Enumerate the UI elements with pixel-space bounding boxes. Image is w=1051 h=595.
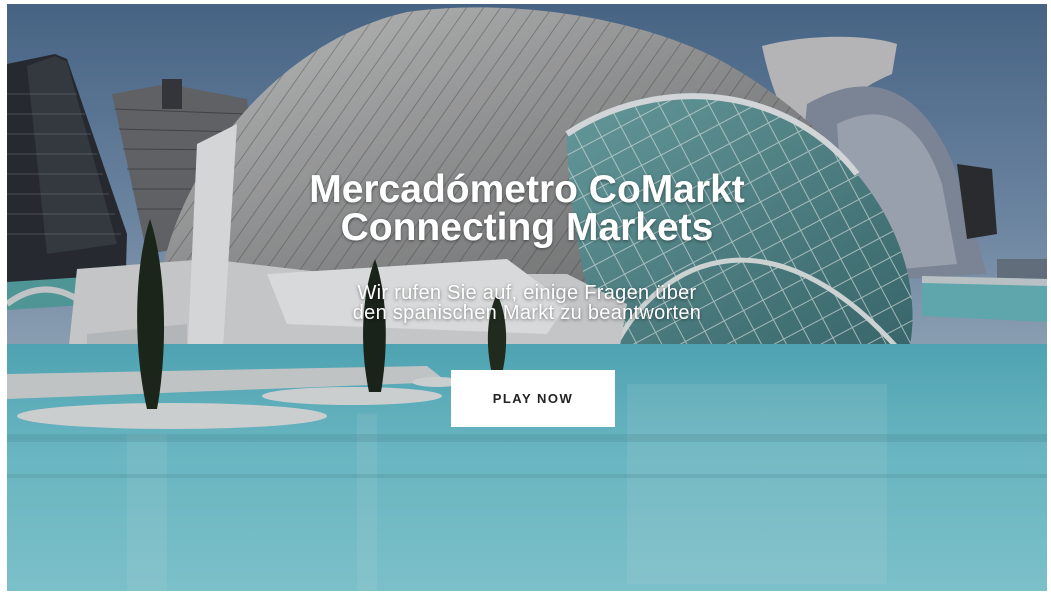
hero-content: Mercadómetro CoMarkt Connecting Markets …	[7, 4, 1047, 591]
hero-subtitle: Wir rufen Sie auf, einige Fragen über de…	[7, 283, 1047, 323]
hero-title-line2: Connecting Markets	[340, 206, 714, 249]
hero-section: Mercadómetro CoMarkt Connecting Markets …	[7, 4, 1047, 591]
hero-subtitle-line1: Wir rufen Sie auf, einige Fragen über	[357, 282, 697, 304]
play-now-button[interactable]: PLAY NOW	[451, 370, 615, 427]
hero-subtitle-line2: den spanischen Markt zu beantworten	[352, 302, 702, 324]
hero-title-line1: Mercadómetro CoMarkt	[309, 168, 745, 211]
hero-title: Mercadómetro CoMarkt Connecting Markets	[7, 168, 1047, 249]
page-frame: Mercadómetro CoMarkt Connecting Markets …	[7, 4, 1047, 591]
